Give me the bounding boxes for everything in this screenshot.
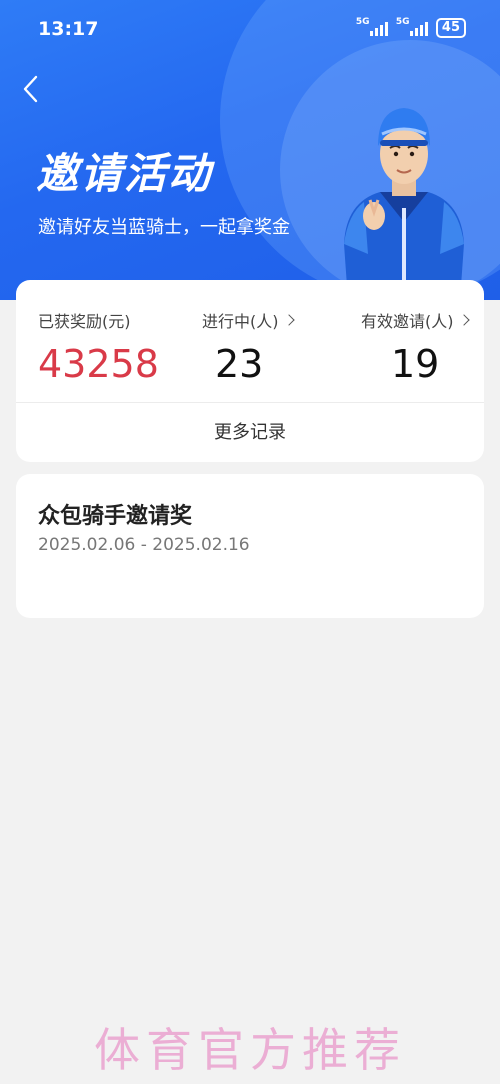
network-type-label: 5G	[355, 17, 370, 27]
valid-invites-stat[interactable]: 有效邀请(人) 19	[361, 308, 470, 386]
ongoing-stat[interactable]: 进行中(人) 23	[202, 308, 295, 386]
page-subtitle: 邀请好友当蓝骑士，一起拿奖金	[38, 217, 290, 238]
ongoing-label-row: 进行中(人)	[202, 308, 295, 332]
page-title: 邀请活动	[36, 149, 213, 198]
chevron-right-icon	[457, 314, 470, 326]
ongoing-label: 进行中(人)	[202, 312, 279, 331]
signal-icon: 5G	[395, 17, 428, 36]
valid-invites-label: 有效邀请(人)	[361, 312, 454, 331]
chevron-left-icon	[23, 75, 38, 103]
reward-stat: 已获奖励(元) 43258	[38, 308, 159, 386]
watermark-text: 体育官方推荐	[94, 1023, 406, 1077]
status-bar: 13:17 5G 5G 45	[0, 0, 500, 60]
promotion-title: 众包骑手邀请奖	[38, 504, 193, 529]
ongoing-value: 23	[215, 342, 264, 386]
battery-icon: 45	[435, 18, 466, 38]
signal-icon: 5G	[355, 17, 388, 36]
network-type-label: 5G	[395, 17, 410, 27]
valid-invites-value: 19	[391, 342, 440, 386]
hero-banner: 13:17 5G 5G 45 邀请活动 邀请好友当蓝骑士，一起拿奖金	[0, 0, 500, 300]
status-time: 13:17	[38, 18, 99, 40]
promotion-card[interactable]: 众包骑手邀请奖 2025.02.06 - 2025.02.16	[16, 474, 484, 618]
more-records-button[interactable]: 更多记录	[16, 403, 484, 462]
back-button[interactable]	[18, 72, 48, 106]
status-icons: 5G 5G 45	[355, 17, 466, 38]
reward-value: 43258	[38, 342, 159, 386]
rider-mascot-illustration	[344, 108, 464, 300]
chevron-right-icon	[282, 314, 295, 326]
stats-card: 已获奖励(元) 43258 进行中(人) 23 有效邀请(人) 19 更多记录	[16, 280, 484, 462]
valid-label-row: 有效邀请(人)	[361, 308, 470, 332]
reward-label: 已获奖励(元)	[38, 312, 131, 331]
promotion-date-range: 2025.02.06 - 2025.02.16	[38, 535, 250, 555]
